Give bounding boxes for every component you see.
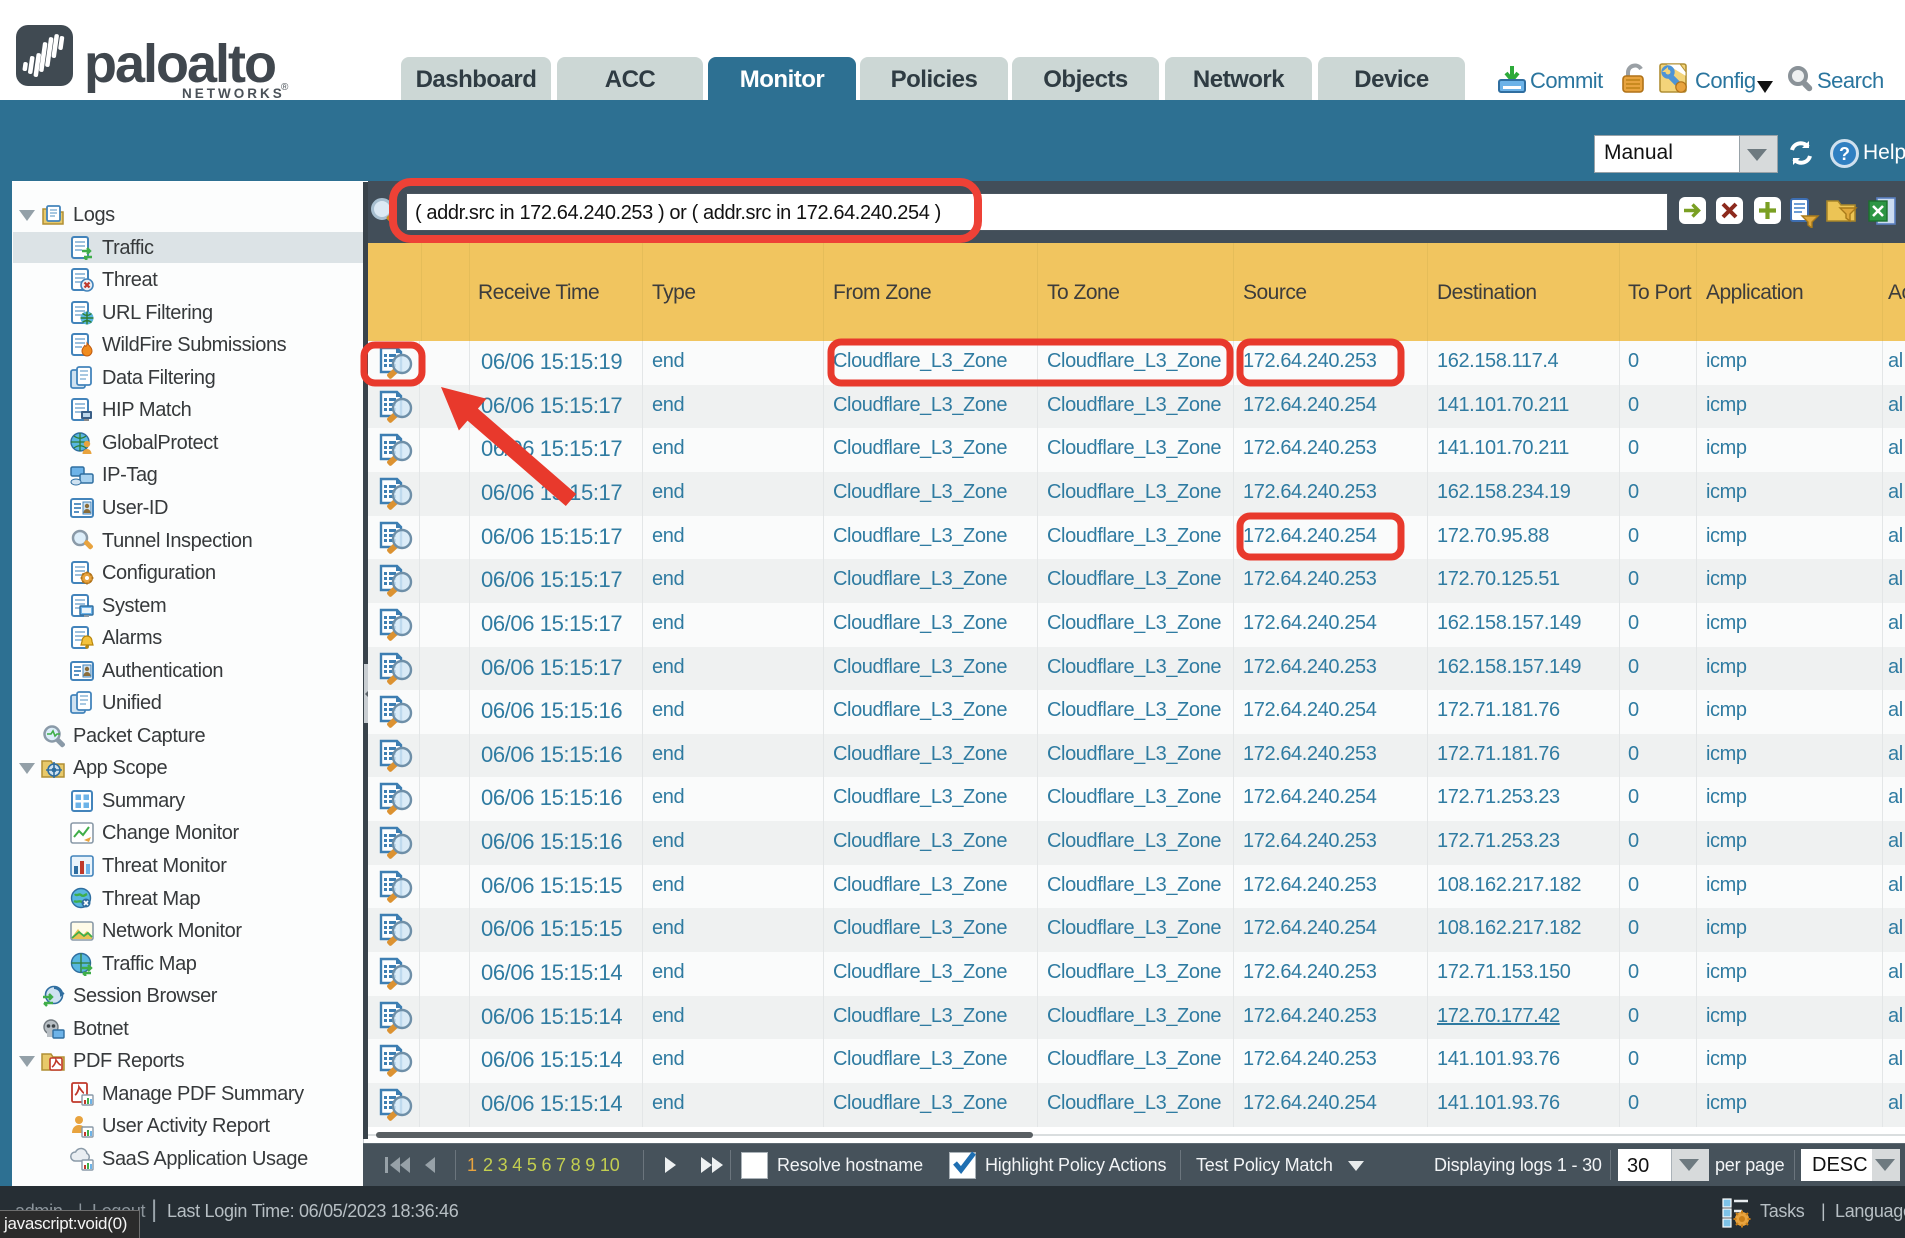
svg-text:NETWORKS: NETWORKS xyxy=(182,86,285,100)
svg-text:?: ? xyxy=(1839,144,1850,164)
svg-text:®: ® xyxy=(281,82,289,93)
svg-text:paloalto: paloalto xyxy=(84,34,275,94)
